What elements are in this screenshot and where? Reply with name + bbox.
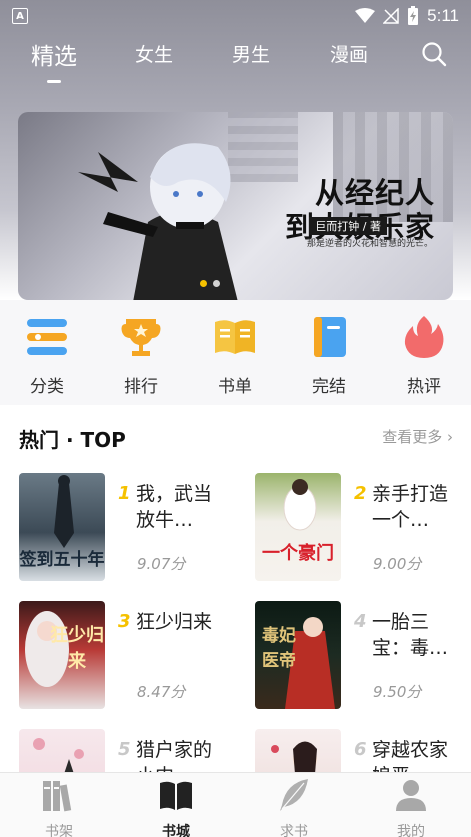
status-time: 5:11	[427, 6, 459, 25]
book-score: 9.00分	[373, 555, 422, 573]
book-card[interactable]: 狂少归来 3 狂少归来 8.47分	[19, 601, 229, 711]
book-score: 8.47分	[137, 683, 186, 701]
finished-book-icon	[314, 317, 346, 357]
nav-request-book[interactable]: 求书	[259, 777, 329, 837]
quick-link-booklist[interactable]: 书单	[205, 314, 265, 397]
view-more-label: 查看更多	[382, 428, 443, 446]
quick-link-category[interactable]: 分类	[17, 314, 77, 397]
quick-link-finished[interactable]: 完结	[299, 314, 359, 397]
tab-label: 漫画	[330, 44, 369, 66]
bookstore-icon	[160, 781, 192, 810]
cover-title: 一个豪门	[262, 543, 334, 564]
nav-label: 书架	[45, 824, 73, 837]
quick-links: 分类 排行 书单 完结 热评	[0, 300, 471, 405]
promo-banner[interactable]: 从经纪人 到大娱乐家 巨而打钟 / 著 那是逆者的火花和智慧的光芒。	[18, 112, 453, 300]
banner-dot[interactable]	[213, 280, 220, 287]
wifi-icon	[355, 8, 376, 23]
book-card[interactable]: 签到五十年 1 我，武当放牛… 9.07分	[19, 473, 229, 583]
quick-link-label: 分类	[30, 377, 64, 397]
book-card[interactable]: 一个豪门 2 亲手打造一个… 9.00分	[255, 473, 465, 583]
book-score: 9.50分	[373, 683, 422, 701]
book-rank: 5	[118, 739, 131, 760]
category-icon	[27, 319, 67, 355]
nav-bookstore[interactable]: 书城	[141, 777, 211, 837]
book-rank: 4	[354, 611, 367, 632]
book-rank: 1	[118, 483, 131, 504]
battery-charging-icon	[408, 6, 419, 25]
tab-featured[interactable]: 精选	[31, 37, 77, 83]
nav-label: 求书	[280, 824, 308, 837]
book-title: 亲手打造一个…	[372, 483, 449, 531]
book-card[interactable]: 毒妃医帝 4 一胎三宝：毒… 9.50分	[255, 601, 465, 711]
book-title: 狂少归来	[136, 611, 213, 633]
app-notification-icon: A	[12, 8, 28, 24]
book-rank: 6	[354, 739, 367, 760]
banner-pagination	[200, 280, 220, 287]
book-rank: 2	[354, 483, 367, 504]
quick-link-hot-reviews[interactable]: 热评	[394, 314, 454, 397]
banner-character-art	[78, 143, 238, 300]
nav-bookshelf[interactable]: 书架	[24, 777, 94, 837]
quick-link-label: 排行	[124, 377, 158, 397]
tab-active-indicator	[47, 80, 61, 83]
quick-link-ranking[interactable]: 排行	[111, 314, 171, 397]
banner-slogan: 那是逆者的火花和智慧的光芒。	[306, 239, 433, 249]
book-cover: 狂少归来	[19, 601, 105, 709]
view-more-link[interactable]: 查看更多 ›	[382, 426, 453, 447]
book-cover: 一个豪门	[255, 473, 341, 581]
flame-icon	[404, 316, 444, 358]
nav-label: 我的	[397, 824, 425, 837]
book-title: 我，武当放牛…	[136, 483, 213, 531]
book-score: 9.07分	[137, 555, 186, 573]
booklist-icon	[215, 320, 255, 354]
tab-comics[interactable]: 漫画	[330, 40, 368, 67]
status-bar: A 5:11	[0, 0, 471, 32]
bottom-navigation: 书架 书城 求书 我的	[0, 772, 471, 837]
book-cover: 毒妃医帝	[255, 601, 341, 709]
quick-link-label: 热评	[407, 377, 441, 397]
tab-female[interactable]: 女生	[135, 40, 173, 67]
chevron-right-icon: ›	[447, 428, 453, 446]
nav-label: 书城	[162, 824, 190, 837]
feather-icon	[280, 779, 308, 811]
banner-title-line: 从经纪人	[314, 176, 435, 210]
section-title: 热门 · TOP	[19, 428, 126, 452]
cover-title: 签到五十年	[19, 550, 105, 570]
banner-author: 巨而打钟 / 著	[309, 217, 387, 235]
tab-label: 精选	[31, 44, 77, 70]
nav-profile[interactable]: 我的	[376, 777, 446, 837]
trophy-icon	[121, 319, 161, 356]
search-icon[interactable]	[421, 41, 447, 67]
cover-title: 狂少归来	[50, 625, 104, 672]
bookshelf-icon	[43, 781, 72, 812]
cover-title: 毒妃医帝	[262, 626, 296, 671]
tab-label: 女生	[135, 44, 174, 66]
banner-dot-active[interactable]	[200, 280, 207, 287]
category-tabs: 精选 女生 男生 漫画	[0, 32, 471, 83]
book-title: 一胎三宝：毒…	[372, 611, 449, 659]
tab-male[interactable]: 男生	[232, 40, 270, 67]
book-rank: 3	[118, 611, 131, 632]
profile-icon	[396, 780, 426, 811]
no-signal-icon	[383, 8, 399, 24]
tab-label: 男生	[232, 44, 271, 66]
book-cover: 签到五十年	[19, 473, 105, 581]
quick-link-label: 完结	[312, 377, 346, 397]
quick-link-label: 书单	[218, 377, 252, 397]
